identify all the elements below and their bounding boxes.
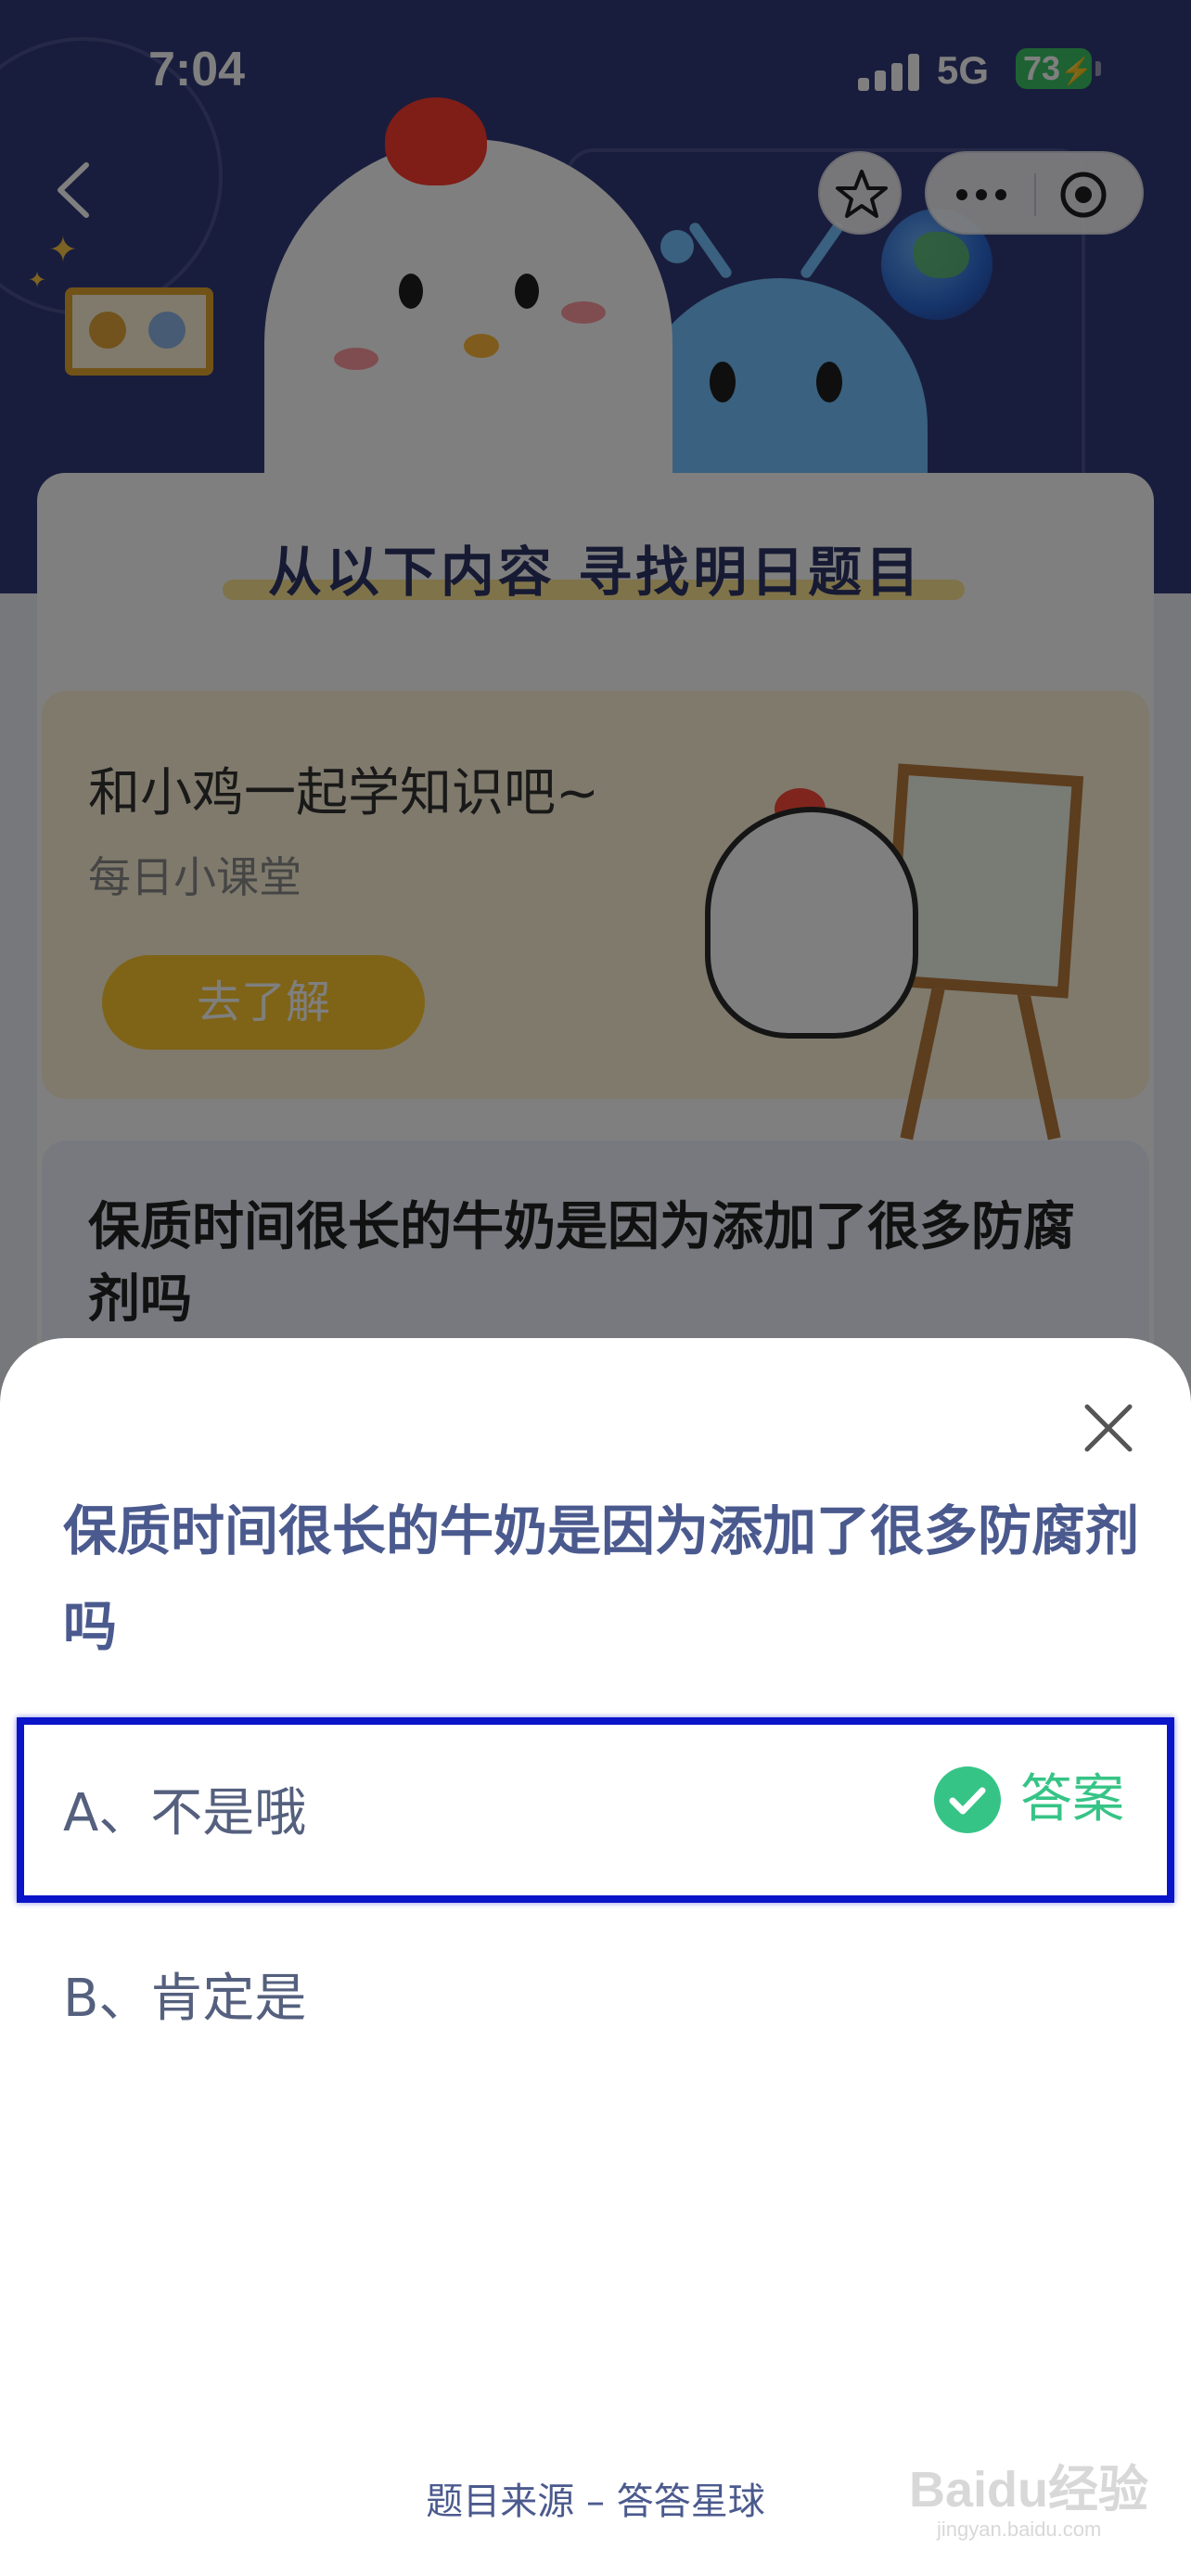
answer-tag: 答案	[1020, 1769, 1124, 1830]
close-button[interactable]	[1076, 1396, 1141, 1460]
watermark-text: Baidu经验	[909, 2462, 1149, 2518]
close-icon	[1084, 1404, 1133, 1452]
option-b[interactable]: B、肯定是	[63, 1957, 306, 2032]
check-icon	[934, 1766, 1001, 1833]
option-a[interactable]: A、不是哦	[63, 1771, 306, 1846]
baidu-watermark: Baidu经验 jingyan.baidu.com	[909, 2448, 1159, 2541]
sheet-question: 保质时间很长的牛奶是因为添加了很多防腐剂吗	[63, 1499, 1140, 1658]
watermark-url: jingyan.baidu.com	[937, 2518, 1102, 2541]
